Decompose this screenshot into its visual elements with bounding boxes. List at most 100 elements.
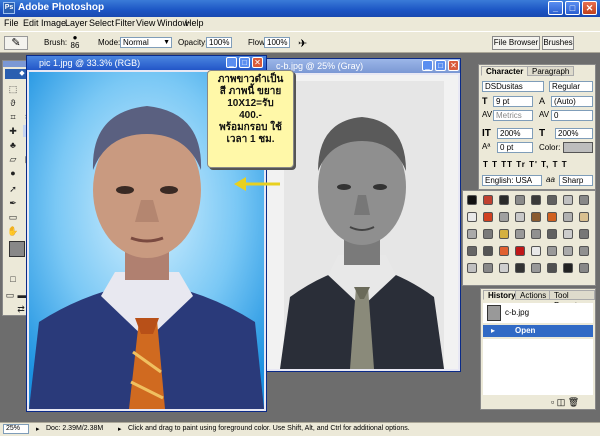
kerning-field[interactable]: Metrics (493, 110, 533, 121)
clone-stamp-icon[interactable]: ♣ (7, 139, 19, 151)
style-swatch[interactable] (579, 195, 589, 205)
tracking-field[interactable]: 0 (551, 110, 593, 121)
style-swatch[interactable] (531, 229, 541, 239)
style-swatch[interactable] (467, 229, 477, 239)
brush-picker[interactable]: ● 86 (68, 34, 82, 50)
style-swatch[interactable] (467, 263, 477, 273)
notes-tool-icon[interactable]: ▭ (7, 211, 19, 223)
style-swatch[interactable] (547, 212, 557, 222)
style-swatch[interactable] (499, 263, 509, 273)
style-swatch[interactable] (547, 229, 557, 239)
menu-filter[interactable]: Filter (115, 18, 135, 28)
style-swatch[interactable] (483, 263, 493, 273)
language-select[interactable]: English: USA (482, 175, 542, 186)
style-swatch[interactable] (467, 195, 477, 205)
style-swatch[interactable] (499, 246, 509, 256)
path-select-icon[interactable]: ➚ (7, 183, 19, 195)
font-size-field[interactable]: 9 pt (493, 96, 533, 107)
menu-layer[interactable]: Layer (65, 18, 88, 28)
doc1-minimize-button[interactable]: _ (226, 57, 237, 68)
style-swatch[interactable] (579, 212, 589, 222)
subscript-button[interactable]: T, (541, 160, 549, 169)
eraser-tool-icon[interactable]: ▱ (7, 153, 19, 165)
doc2-close-button[interactable]: ✕ (448, 60, 459, 71)
style-swatch[interactable] (547, 246, 557, 256)
style-swatch[interactable] (531, 212, 541, 222)
style-swatch[interactable] (563, 195, 573, 205)
history-step-row[interactable]: ▸ Open (483, 325, 593, 337)
style-swatch[interactable] (483, 212, 493, 222)
style-swatch[interactable] (483, 195, 493, 205)
antialias-select[interactable]: Sharp (559, 175, 593, 186)
horizontal-scale-field[interactable]: 200% (555, 128, 593, 139)
zoom-field[interactable]: 25% (3, 424, 29, 434)
faux-bold-button[interactable]: T (483, 160, 489, 169)
hand-tool-icon[interactable]: ✋ (7, 225, 19, 237)
style-swatch[interactable] (515, 212, 525, 222)
doc2-maximize-button[interactable]: □ (435, 60, 446, 71)
all-caps-button[interactable]: TT (501, 160, 513, 169)
screen-mode-standard-icon[interactable]: ▭ (5, 289, 15, 301)
menu-image[interactable]: Image (41, 18, 66, 28)
menu-help[interactable]: Help (185, 18, 204, 28)
style-swatch[interactable] (515, 263, 525, 273)
style-swatch[interactable] (563, 263, 573, 273)
close-button[interactable]: ✕ (582, 1, 597, 15)
menu-select[interactable]: Select (89, 18, 114, 28)
doc1-maximize-button[interactable]: □ (239, 57, 250, 68)
blur-tool-icon[interactable]: ● (7, 167, 19, 179)
history-snapshot-row[interactable]: c-b.jpg (483, 303, 593, 323)
menu-file[interactable]: File (4, 18, 19, 28)
mode-select[interactable]: Normal ▼ (120, 37, 172, 48)
crop-tool-icon[interactable]: ⌗ (7, 111, 19, 123)
type-style-buttons[interactable]: T T TT Tr T' T, T T (483, 160, 593, 170)
trash-icon[interactable]: 🗑 (568, 397, 579, 407)
style-swatch[interactable] (547, 263, 557, 273)
style-swatch[interactable] (515, 195, 525, 205)
style-swatch[interactable] (515, 246, 525, 256)
style-swatch[interactable] (499, 212, 509, 222)
font-family-select[interactable]: DSDusitas (482, 81, 544, 92)
baseline-shift-field[interactable]: 0 pt (497, 142, 533, 153)
style-swatch[interactable] (579, 246, 589, 256)
standard-mode-icon[interactable]: □ (7, 273, 19, 285)
pen-tool-icon[interactable]: ✒ (7, 197, 19, 209)
foreground-color-swatch[interactable] (9, 241, 25, 257)
leading-field[interactable]: (Auto) (551, 96, 593, 107)
tab-paragraph[interactable]: Paragraph (527, 66, 575, 76)
style-swatch[interactable] (483, 246, 493, 256)
small-caps-button[interactable]: Tr (516, 160, 526, 169)
style-swatch[interactable] (547, 195, 557, 205)
style-swatch[interactable] (467, 246, 477, 256)
file-browser-tab[interactable]: File Browser (492, 36, 540, 50)
vertical-scale-field[interactable]: 200% (497, 128, 533, 139)
style-swatch[interactable] (515, 229, 525, 239)
style-swatch[interactable] (531, 263, 541, 273)
brush-tool-preset-icon[interactable]: ✎ (4, 36, 28, 50)
faux-italic-button[interactable]: T (492, 160, 498, 169)
style-swatch[interactable] (579, 229, 589, 239)
style-swatch[interactable] (531, 195, 541, 205)
maximize-button[interactable]: □ (565, 1, 580, 15)
tab-tool-presets[interactable]: Tool Presets (549, 290, 595, 310)
new-snapshot-icon[interactable]: ◫ (557, 397, 566, 407)
underline-button[interactable]: T (553, 160, 559, 169)
new-document-icon[interactable]: ▫ (551, 397, 554, 407)
menu-edit[interactable]: Edit (23, 18, 39, 28)
superscript-button[interactable]: T' (529, 160, 538, 169)
style-swatch[interactable] (531, 246, 541, 256)
text-color-swatch[interactable] (563, 142, 593, 153)
style-swatch[interactable] (467, 212, 477, 222)
style-swatch[interactable] (499, 195, 509, 205)
style-swatch[interactable] (563, 229, 573, 239)
opacity-field[interactable]: 100% (206, 37, 232, 48)
airbrush-icon[interactable]: ✈ (298, 37, 307, 50)
minimize-button[interactable]: _ (548, 1, 563, 15)
healing-brush-icon[interactable]: ✚ (7, 125, 19, 137)
tab-actions[interactable]: Actions (515, 290, 552, 300)
style-swatch[interactable] (563, 246, 573, 256)
doc2-minimize-button[interactable]: _ (422, 60, 433, 71)
gray-photo-canvas[interactable] (266, 75, 458, 369)
style-swatch[interactable] (579, 263, 589, 273)
style-swatch[interactable] (499, 229, 509, 239)
